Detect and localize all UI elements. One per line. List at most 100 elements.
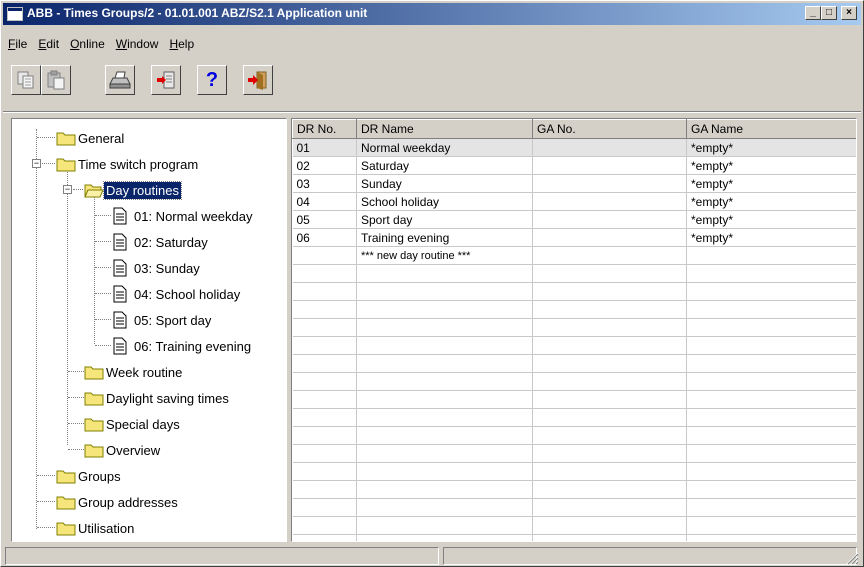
table-row-empty[interactable] bbox=[292, 372, 856, 391]
toolbar-separator bbox=[3, 111, 861, 113]
collapse-day-routines-toggle[interactable]: − bbox=[63, 185, 72, 194]
copy-button[interactable] bbox=[11, 65, 41, 95]
table-row-empty[interactable] bbox=[292, 300, 856, 319]
cell-ga-name[interactable]: *empty* bbox=[686, 210, 856, 229]
column-header-ga-name[interactable]: GA Name bbox=[686, 119, 856, 139]
table-row[interactable]: 04 School holiday *empty* bbox=[292, 192, 856, 211]
tree-item-group-addresses[interactable]: Group addresses bbox=[56, 491, 180, 513]
menu-help[interactable]: Help bbox=[164, 35, 199, 53]
tree-item-general[interactable]: General bbox=[56, 127, 126, 149]
tree-item-utilisation[interactable]: Utilisation bbox=[56, 517, 136, 539]
maximize-button[interactable]: □ bbox=[821, 6, 837, 20]
cell-ga-no[interactable] bbox=[532, 174, 687, 193]
cell-dr-name[interactable]: Sport day bbox=[356, 210, 533, 229]
tree-connector bbox=[95, 267, 111, 268]
table-row-empty[interactable] bbox=[292, 480, 856, 499]
tree-item-saturday[interactable]: 02: Saturday bbox=[112, 231, 210, 253]
table-row-empty[interactable] bbox=[292, 498, 856, 517]
table-row-empty[interactable] bbox=[292, 426, 856, 445]
table-row[interactable]: *** new day routine *** bbox=[292, 246, 856, 265]
cell-dr-name[interactable]: School holiday bbox=[356, 192, 533, 211]
cell-ga-no[interactable] bbox=[532, 192, 687, 211]
table-row-empty[interactable] bbox=[292, 444, 856, 463]
cell-ga-no[interactable] bbox=[532, 210, 687, 229]
table-row[interactable]: 01 Normal weekday *empty* bbox=[292, 138, 856, 157]
exit-button[interactable] bbox=[243, 65, 273, 95]
tree-item-school-holiday[interactable]: 04: School holiday bbox=[112, 283, 242, 305]
cell-dr-no[interactable]: 06 bbox=[292, 228, 357, 247]
cell-dr-no[interactable]: 04 bbox=[292, 192, 357, 211]
tree-item-groups[interactable]: Groups bbox=[56, 465, 123, 487]
app-icon[interactable] bbox=[7, 7, 23, 21]
tree-item-label: 06: Training evening bbox=[134, 338, 252, 354]
cell-dr-no[interactable] bbox=[292, 246, 357, 265]
menu-edit[interactable]: Edit bbox=[33, 35, 64, 53]
cell-ga-no[interactable] bbox=[532, 228, 687, 247]
navigation-tree[interactable]: − − General Time switch program Day rout… bbox=[11, 118, 287, 542]
cell-dr-name[interactable]: *** new day routine *** bbox=[356, 246, 533, 265]
cell-ga-no[interactable] bbox=[532, 156, 687, 175]
cell-ga-name[interactable]: *empty* bbox=[686, 156, 856, 175]
tree-item-week-routine[interactable]: Week routine bbox=[84, 361, 184, 383]
resize-grip-icon[interactable] bbox=[845, 551, 859, 565]
minimize-button[interactable]: _ bbox=[805, 6, 821, 20]
menu-file[interactable]: File bbox=[3, 35, 32, 53]
table-row[interactable]: 03 Sunday *empty* bbox=[292, 174, 856, 193]
cell-dr-no[interactable]: 05 bbox=[292, 210, 357, 229]
tree-item-normal-weekday[interactable]: 01: Normal weekday bbox=[112, 205, 255, 227]
tree-item-day-routines[interactable]: Day routines bbox=[84, 179, 182, 201]
table-row-empty[interactable] bbox=[292, 282, 856, 301]
close-button[interactable]: × bbox=[841, 6, 857, 20]
status-bar bbox=[3, 545, 861, 565]
table-row-empty[interactable] bbox=[292, 516, 856, 535]
column-header-dr-name[interactable]: DR Name bbox=[356, 119, 533, 139]
menu-online[interactable]: Online bbox=[65, 35, 110, 53]
cell-ga-name[interactable]: *empty* bbox=[686, 174, 856, 193]
cell-ga-name[interactable]: *empty* bbox=[686, 192, 856, 211]
document-icon bbox=[113, 285, 127, 303]
cell-dr-name[interactable]: Sunday bbox=[356, 174, 533, 193]
cell-dr-name[interactable]: Saturday bbox=[356, 156, 533, 175]
table-row[interactable]: 06 Training evening *empty* bbox=[292, 228, 856, 247]
day-routines-table[interactable]: DR No. DR Name GA No. GA Name 01 Normal w… bbox=[292, 119, 856, 541]
tree-item-special-days[interactable]: Special days bbox=[84, 413, 182, 435]
tree-item-label: Time switch program bbox=[78, 156, 199, 172]
title-bar[interactable]: ABB - Times Groups/2 - 01.01.001 ABZ/S2.… bbox=[3, 3, 861, 25]
paste-button[interactable] bbox=[41, 65, 71, 95]
menu-window[interactable]: Window bbox=[111, 35, 164, 53]
cell-ga-no[interactable] bbox=[532, 246, 687, 265]
collapse-time-switch-program-toggle[interactable]: − bbox=[32, 159, 41, 168]
tree-item-time-switch-program[interactable]: Time switch program bbox=[56, 153, 200, 175]
table-row-empty[interactable] bbox=[292, 408, 856, 427]
tree-item-sunday[interactable]: 03: Sunday bbox=[112, 257, 202, 279]
table-row-empty[interactable] bbox=[292, 318, 856, 337]
cell-ga-no[interactable] bbox=[532, 138, 687, 157]
cell-dr-name[interactable]: Normal weekday bbox=[356, 138, 533, 157]
cell-dr-no[interactable]: 03 bbox=[292, 174, 357, 193]
table-row-empty[interactable] bbox=[292, 462, 856, 481]
tree-item-sport-day[interactable]: 05: Sport day bbox=[112, 309, 213, 331]
print-button[interactable] bbox=[105, 65, 135, 95]
table-row-empty[interactable] bbox=[292, 390, 856, 409]
table-row[interactable]: 05 Sport day *empty* bbox=[292, 210, 856, 229]
table-row-empty[interactable] bbox=[292, 534, 856, 541]
tree-item-overview[interactable]: Overview bbox=[84, 439, 162, 461]
tree-item-training-evening[interactable]: 06: Training evening bbox=[112, 335, 253, 357]
table-row[interactable]: 02 Saturday *empty* bbox=[292, 156, 856, 175]
cell-dr-name[interactable]: Training evening bbox=[356, 228, 533, 247]
table-row-empty[interactable] bbox=[292, 336, 856, 355]
cell-ga-name[interactable]: *empty* bbox=[686, 228, 856, 247]
table-row-empty[interactable] bbox=[292, 354, 856, 373]
tree-item-daylight-saving-times[interactable]: Daylight saving times bbox=[84, 387, 231, 409]
column-header-dr-no[interactable]: DR No. bbox=[292, 119, 357, 139]
column-header-ga-no[interactable]: GA No. bbox=[532, 119, 687, 139]
day-routines-table-pane[interactable]: DR No. DR Name GA No. GA Name 01 Normal w… bbox=[291, 118, 857, 542]
cell-dr-no[interactable]: 02 bbox=[292, 156, 357, 175]
cell-ga-name[interactable] bbox=[686, 246, 856, 265]
cell-ga-name[interactable]: *empty* bbox=[686, 138, 856, 157]
table-row-empty[interactable] bbox=[292, 264, 856, 283]
help-button[interactable]: ? bbox=[197, 65, 227, 95]
cell-dr-no[interactable]: 01 bbox=[292, 138, 357, 157]
import-button[interactable] bbox=[151, 65, 181, 95]
tree-connector bbox=[37, 527, 55, 528]
